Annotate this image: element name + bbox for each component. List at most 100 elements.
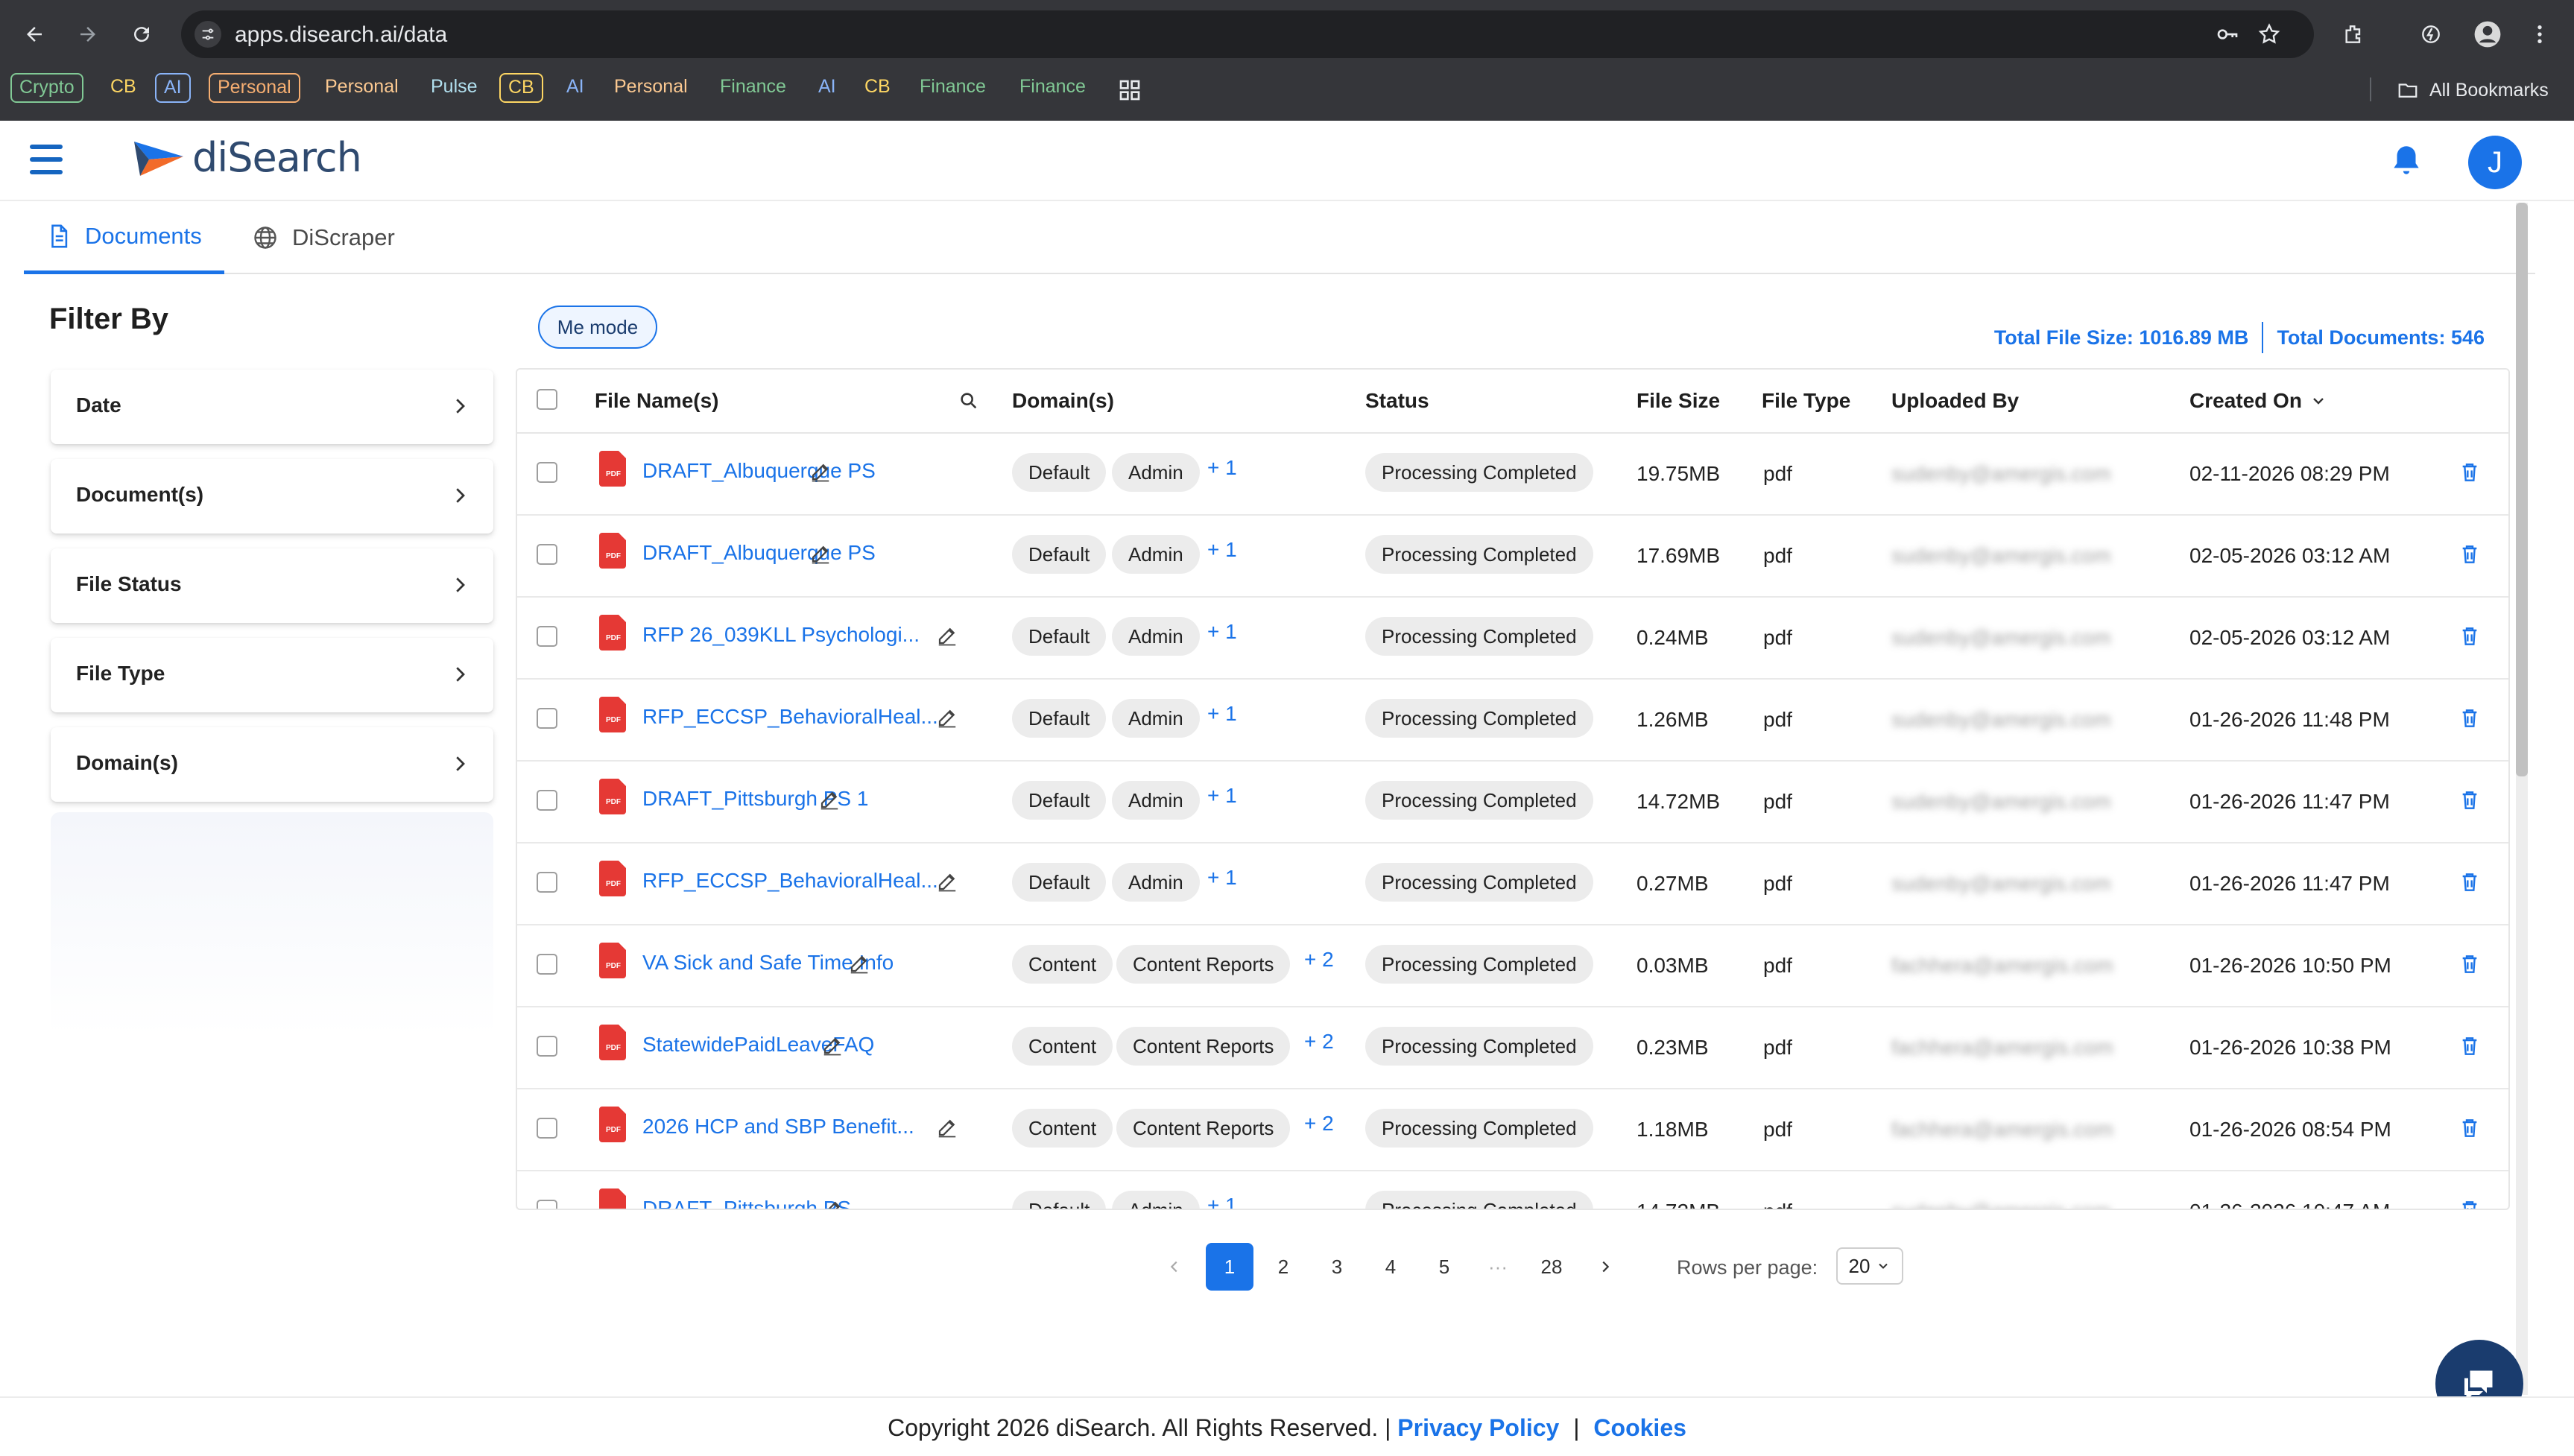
more-domains-link[interactable]: + 1	[1207, 866, 1237, 890]
more-domains-link[interactable]: + 1	[1207, 456, 1237, 480]
edit-pencil-icon[interactable]	[936, 706, 958, 729]
next-page-button[interactable]	[1581, 1243, 1629, 1291]
table-row[interactable]: PDF DRAFT_Albuquerque PS Default Admin +…	[517, 434, 2508, 516]
row-checkbox[interactable]	[537, 1200, 557, 1209]
filter-documents[interactable]: Document(s)	[51, 459, 493, 534]
filter-date[interactable]: Date	[51, 370, 493, 444]
extensions-icon[interactable]	[2337, 18, 2370, 51]
delete-trash-icon[interactable]	[2458, 869, 2482, 896]
edit-pencil-icon[interactable]	[821, 1198, 844, 1210]
edit-pencil-icon[interactable]	[809, 542, 832, 565]
search-icon[interactable]	[958, 390, 979, 411]
bookmark-item[interactable]: AI	[155, 73, 191, 103]
reload-button[interactable]	[124, 16, 159, 52]
table-row[interactable]: PDF RFP_ECCSP_BehavioralHeal... Default …	[517, 680, 2508, 762]
cookies-link[interactable]: Cookies	[1593, 1414, 1686, 1441]
table-row[interactable]: PDF DRAFT_Pittsburgh PS 1 Default Admin …	[517, 762, 2508, 843]
row-checkbox[interactable]	[537, 626, 557, 647]
row-checkbox[interactable]	[537, 954, 557, 975]
site-info-icon[interactable]	[195, 21, 221, 48]
filter-file-status[interactable]: File Status	[51, 548, 493, 623]
delete-trash-icon[interactable]	[2458, 1115, 2482, 1142]
bookmark-item[interactable]: AI	[811, 73, 844, 103]
page-scrollbar[interactable]	[2516, 203, 2528, 1395]
page-button[interactable]: 1	[1206, 1243, 1253, 1291]
edit-pencil-icon[interactable]	[936, 1116, 958, 1139]
edit-pencil-icon[interactable]	[818, 788, 841, 811]
page-button[interactable]: 5	[1420, 1243, 1468, 1291]
more-domains-link[interactable]: + 1	[1207, 538, 1237, 562]
delete-trash-icon[interactable]	[2458, 623, 2482, 650]
more-domains-link[interactable]: + 1	[1207, 1194, 1237, 1209]
file-name-link[interactable]: DRAFT_Albuquerque PS	[642, 459, 876, 483]
page-button[interactable]: 3	[1313, 1243, 1361, 1291]
file-name-link[interactable]: DRAFT_Albuquerque PS	[642, 541, 876, 565]
delete-trash-icon[interactable]	[2458, 541, 2482, 568]
delete-trash-icon[interactable]	[2458, 459, 2482, 486]
edit-pencil-icon[interactable]	[821, 1034, 844, 1057]
bookmark-item[interactable]: CB	[857, 73, 898, 103]
edit-pencil-icon[interactable]	[936, 624, 958, 647]
bookmark-item[interactable]: Finance	[712, 73, 794, 103]
more-menu-icon[interactable]	[2523, 18, 2556, 51]
header-created-on[interactable]: Created On	[2189, 389, 2327, 413]
bookmark-item[interactable]: CB	[499, 73, 543, 103]
row-checkbox[interactable]	[537, 790, 557, 811]
logo[interactable]: diSearch	[133, 134, 362, 181]
star-icon[interactable]	[2256, 21, 2283, 48]
row-checkbox[interactable]	[537, 1118, 557, 1139]
performance-icon[interactable]	[2415, 18, 2447, 51]
delete-trash-icon[interactable]	[2458, 951, 2482, 978]
more-domains-link[interactable]: + 2	[1304, 1112, 1334, 1136]
bookmark-item[interactable]: Finance	[1012, 73, 1093, 103]
file-name-link[interactable]: RFP 26_039KLL Psychologi...	[642, 623, 920, 647]
forward-button[interactable]	[70, 16, 106, 52]
tab-documents[interactable]: Documents	[24, 201, 224, 274]
page-ellipsis[interactable]: ···	[1474, 1243, 1522, 1291]
edit-pencil-icon[interactable]	[936, 870, 958, 893]
bookmark-item[interactable]: Personal	[317, 73, 406, 103]
select-all-checkbox[interactable]	[537, 389, 557, 410]
row-checkbox[interactable]	[537, 544, 557, 565]
edit-pencil-icon[interactable]	[809, 460, 832, 483]
page-button[interactable]: 2	[1259, 1243, 1307, 1291]
privacy-policy-link[interactable]: Privacy Policy	[1397, 1414, 1559, 1441]
tab-discraper[interactable]: DiScraper	[252, 201, 395, 274]
bookmark-item[interactable]: Finance	[912, 73, 993, 103]
filter-domains[interactable]: Domain(s)	[51, 727, 493, 802]
filter-file-type[interactable]: File Type	[51, 638, 493, 712]
bookmark-item[interactable]: AI	[559, 73, 592, 103]
table-row[interactable]: PDF DRAFT_Albuquerque PS Default Admin +…	[517, 516, 2508, 598]
file-name-link[interactable]: 2026 HCP and SBP Benefit...	[642, 1115, 914, 1139]
bookmark-item[interactable]: Personal	[607, 73, 695, 103]
rows-per-page-select[interactable]: 20	[1836, 1247, 1903, 1285]
more-domains-link[interactable]: + 1	[1207, 784, 1237, 808]
key-icon[interactable]	[2214, 21, 2241, 48]
notification-bell-icon[interactable]	[2388, 142, 2425, 179]
page-button[interactable]: 4	[1367, 1243, 1414, 1291]
back-button[interactable]	[16, 16, 52, 52]
delete-trash-icon[interactable]	[2458, 1197, 2482, 1210]
edit-pencil-icon[interactable]	[848, 952, 870, 975]
profile-icon[interactable]	[2471, 18, 2504, 51]
file-name-link[interactable]: RFP_ECCSP_BehavioralHeal...	[642, 869, 938, 893]
bookmark-item[interactable]: Personal	[209, 73, 300, 103]
more-domains-link[interactable]: + 2	[1304, 1030, 1334, 1054]
more-domains-link[interactable]: + 1	[1207, 702, 1237, 726]
row-checkbox[interactable]	[537, 462, 557, 483]
table-row[interactable]: PDF StatewidePaidLeaveFAQ Content Conten…	[517, 1007, 2508, 1089]
more-domains-link[interactable]: + 2	[1304, 948, 1334, 972]
address-bar[interactable]: apps.disearch.ai/data	[181, 10, 2314, 58]
more-domains-link[interactable]: + 1	[1207, 620, 1237, 644]
row-checkbox[interactable]	[537, 708, 557, 729]
table-row[interactable]: PDF VA Sick and Safe Time Info Content C…	[517, 925, 2508, 1007]
me-mode-button[interactable]: Me mode	[538, 306, 657, 349]
prev-page-button[interactable]	[1151, 1243, 1198, 1291]
delete-trash-icon[interactable]	[2458, 787, 2482, 814]
file-name-link[interactable]: DRAFT_Pittsburgh PS	[642, 1197, 851, 1209]
delete-trash-icon[interactable]	[2458, 705, 2482, 732]
menu-icon[interactable]	[30, 145, 63, 174]
file-name-link[interactable]: RFP_ECCSP_BehavioralHeal...	[642, 705, 938, 729]
table-row[interactable]: PDF RFP_ECCSP_BehavioralHeal... Default …	[517, 843, 2508, 925]
bookmark-item[interactable]: Pulse	[423, 73, 485, 103]
